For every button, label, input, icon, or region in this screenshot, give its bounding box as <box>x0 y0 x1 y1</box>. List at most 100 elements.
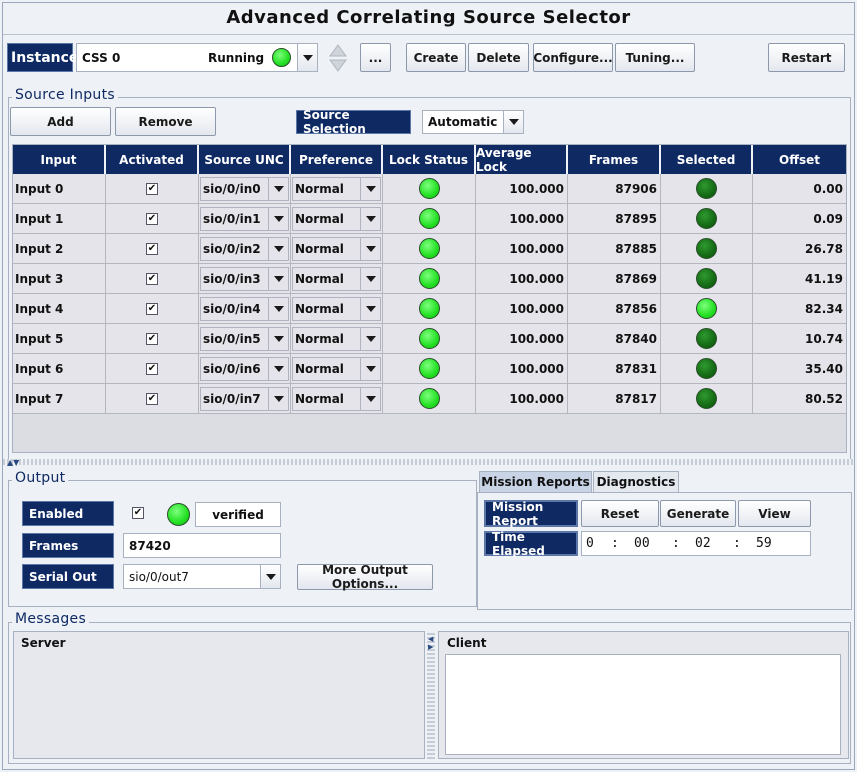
tuning-button[interactable]: Tuning... <box>615 43 695 72</box>
activated-checkbox[interactable]: ✔ <box>146 362 158 375</box>
enabled-checkbox[interactable]: ✔ <box>132 507 144 519</box>
source-unc-combo[interactable]: sio/0/in4 <box>200 297 289 321</box>
preference-dropdown-arrow[interactable] <box>360 178 380 200</box>
activated-cell: ✔ <box>106 264 199 293</box>
source-unc-combo[interactable]: sio/0/in3 <box>200 267 289 291</box>
preference-dropdown-arrow[interactable] <box>360 358 380 380</box>
column-header[interactable]: Lock Status <box>383 145 476 174</box>
activated-checkbox[interactable]: ✔ <box>146 272 158 285</box>
source-unc-combo[interactable]: sio/0/in0 <box>200 177 289 201</box>
view-button[interactable]: View <box>738 500 811 527</box>
activated-checkbox[interactable]: ✔ <box>146 182 158 195</box>
source-unc-combo[interactable]: sio/0/in5 <box>200 327 289 351</box>
preference-combo[interactable]: Normal <box>292 177 381 201</box>
preference-combo[interactable]: Normal <box>292 237 381 261</box>
ellipsis-button[interactable]: ... <box>360 43 391 72</box>
table-row[interactable]: Input 1 ✔ sio/0/in1 Normal 100.000 87895 0.09 <box>13 204 846 234</box>
preference-dropdown-arrow[interactable] <box>360 328 380 350</box>
chevron-down-icon <box>265 573 276 580</box>
source-unc-dropdown-arrow[interactable] <box>268 178 288 200</box>
source-unc-dropdown-arrow[interactable] <box>268 238 288 260</box>
source-unc-combo[interactable]: sio/0/in1 <box>200 207 289 231</box>
selected-led <box>696 238 717 259</box>
table-row[interactable]: Input 4 ✔ sio/0/in4 Normal 100.000 87856 82.34 <box>13 294 846 324</box>
create-button[interactable]: Create <box>406 43 466 72</box>
source-unc-dropdown-arrow[interactable] <box>268 358 288 380</box>
source-unc-dropdown-arrow[interactable] <box>268 328 288 350</box>
column-header[interactable]: Source UNC <box>199 145 291 174</box>
preference-combo[interactable]: Normal <box>292 357 381 381</box>
column-header[interactable]: Average Lock <box>476 145 568 174</box>
lock-status-cell <box>383 174 476 203</box>
instance-dropdown-arrow[interactable] <box>297 44 317 71</box>
serial-out-value: sio/0/out7 <box>129 569 189 584</box>
instance-combo[interactable]: CSS 0 Running <box>76 43 318 72</box>
preference-dropdown-arrow[interactable] <box>360 208 380 230</box>
source-unc-dropdown-arrow[interactable] <box>268 388 288 410</box>
elapsed-hours: 00 <box>634 536 650 551</box>
column-header[interactable]: Preference <box>291 145 383 174</box>
activated-checkbox[interactable]: ✔ <box>146 242 158 255</box>
preference-combo[interactable]: Normal <box>292 387 381 411</box>
column-header[interactable]: Frames <box>568 145 661 174</box>
preference-dropdown-arrow[interactable] <box>360 298 380 320</box>
offset-cell: 10.74 <box>753 324 846 353</box>
column-header[interactable]: Selected <box>661 145 753 174</box>
source-unc-dropdown-arrow[interactable] <box>268 298 288 320</box>
preference-dropdown-arrow[interactable] <box>360 238 380 260</box>
activated-checkbox[interactable]: ✔ <box>146 212 158 225</box>
preference-dropdown-arrow[interactable] <box>360 268 380 290</box>
chevron-down-icon <box>365 246 376 252</box>
split-arrows-icon[interactable]: ◀ ▶ <box>428 635 433 651</box>
preference-combo[interactable]: Normal <box>292 327 381 351</box>
preference-value: Normal <box>295 182 344 196</box>
source-unc-combo[interactable]: sio/0/in6 <box>200 357 289 381</box>
activated-checkbox[interactable]: ✔ <box>146 302 158 315</box>
table-row[interactable]: Input 6 ✔ sio/0/in6 Normal 100.000 87831 35.40 <box>13 354 846 384</box>
tab-mission-reports[interactable]: Mission Reports <box>479 471 592 492</box>
source-unc-dropdown-arrow[interactable] <box>268 208 288 230</box>
chevron-down-icon <box>273 396 284 402</box>
serial-out-dropdown-arrow[interactable] <box>260 565 280 588</box>
offset-cell: 41.19 <box>753 264 846 293</box>
client-messages-textarea[interactable] <box>445 654 841 755</box>
serial-out-combo[interactable]: sio/0/out7 <box>123 564 281 589</box>
preference-combo[interactable]: Normal <box>292 297 381 321</box>
column-header[interactable]: Activated <box>106 145 199 174</box>
instance-label: Instance <box>7 43 78 72</box>
preference-combo[interactable]: Normal <box>292 267 381 291</box>
source-unc-dropdown-arrow[interactable] <box>268 268 288 290</box>
delete-button[interactable]: Delete <box>468 43 529 72</box>
source-unc-combo[interactable]: sio/0/in7 <box>200 387 289 411</box>
table-row[interactable]: Input 7 ✔ sio/0/in7 Normal 100.000 87817 80.52 <box>13 384 846 414</box>
source-unc-cell: sio/0/in4 <box>199 294 291 323</box>
tab-diagnostics[interactable]: Diagnostics <box>593 471 679 492</box>
reset-button[interactable]: Reset <box>581 500 659 527</box>
activated-checkbox[interactable]: ✔ <box>146 392 158 405</box>
spinner-arrows-icon <box>329 44 347 72</box>
source-unc-cell: sio/0/in7 <box>199 384 291 413</box>
add-input-button[interactable]: Add <box>10 107 111 136</box>
source-selection-combo[interactable]: Automatic <box>422 110 524 134</box>
more-output-options-button[interactable]: More Output Options... <box>297 563 433 591</box>
preference-combo[interactable]: Normal <box>292 207 381 231</box>
table-row[interactable]: Input 5 ✔ sio/0/in5 Normal 100.000 87840 10.74 <box>13 324 846 354</box>
generate-button[interactable]: Generate <box>660 500 736 527</box>
column-header[interactable]: Offset <box>753 145 846 174</box>
split-collapse-icon[interactable]: ▲▼ <box>7 458 19 467</box>
preference-dropdown-arrow[interactable] <box>360 388 380 410</box>
table-row[interactable]: Input 2 ✔ sio/0/in2 Normal 100.000 87885 26.78 <box>13 234 846 264</box>
source-inputs-title: Source Inputs <box>12 87 118 103</box>
column-header[interactable]: Input <box>13 145 106 174</box>
chevron-down-icon <box>365 336 376 342</box>
split-pane-divider[interactable] <box>3 459 854 465</box>
restart-button[interactable]: Restart <box>768 43 845 72</box>
activated-checkbox[interactable]: ✔ <box>146 332 158 345</box>
instance-spinner[interactable] <box>327 42 349 74</box>
remove-input-button[interactable]: Remove <box>115 107 216 136</box>
configure-button[interactable]: Configure... <box>533 43 613 72</box>
table-row[interactable]: Input 0 ✔ sio/0/in0 Normal 100.000 87906 0.00 <box>13 174 846 204</box>
table-row[interactable]: Input 3 ✔ sio/0/in3 Normal 100.000 87869 41.19 <box>13 264 846 294</box>
source-unc-combo[interactable]: sio/0/in2 <box>200 237 289 261</box>
source-selection-dropdown-arrow[interactable] <box>503 111 523 133</box>
